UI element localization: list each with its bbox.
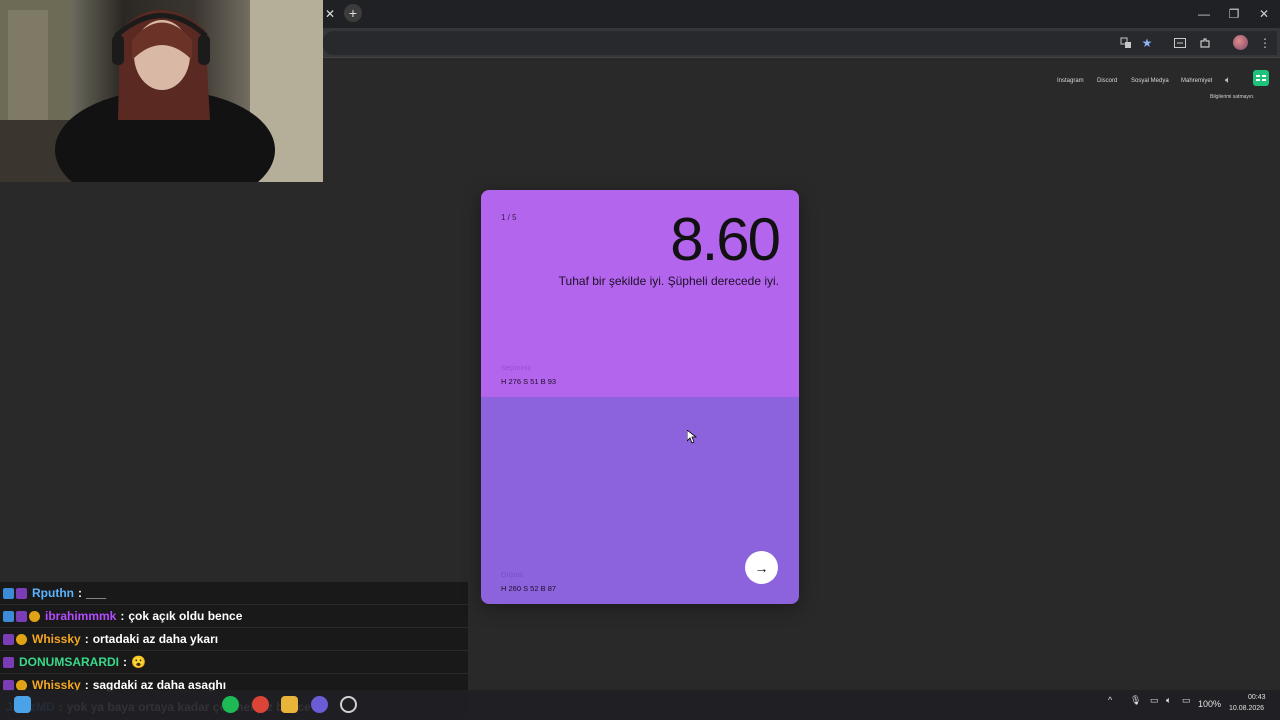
chat-username[interactable]: Rputhn	[32, 586, 74, 600]
battery-icon[interactable]: ▭	[1182, 695, 1191, 706]
chat-separator: :	[120, 609, 125, 623]
chat-message-text: 😮	[131, 655, 146, 669]
sound-icon[interactable]: 🔈︎	[1225, 75, 1231, 86]
chrome-icon[interactable]	[252, 696, 269, 713]
close-window-button[interactable]: ✕	[1249, 0, 1279, 28]
nav-social-media[interactable]: Sosyal Medya	[1131, 78, 1169, 84]
chat-badge-icon	[3, 587, 14, 599]
windows-taskbar	[0, 690, 1280, 720]
chat-badge-icon	[16, 587, 27, 599]
next-round-button[interactable]: →	[745, 551, 778, 584]
discord-icon[interactable]	[311, 696, 328, 713]
chat-message-text: ___	[85, 586, 107, 600]
original-label: Orijinal	[501, 572, 523, 579]
extensions-icon[interactable]	[1195, 33, 1215, 53]
chat-username[interactable]: ibrahimmmk	[45, 609, 116, 623]
original-hsb-value: H 260 S 52 B 87	[501, 584, 557, 593]
restore-button[interactable]: ❐	[1219, 0, 1249, 28]
new-tab-button[interactable]: +	[344, 4, 362, 22]
chat-message-text: çok açık oldu bence	[128, 609, 243, 623]
obs-icon[interactable]	[340, 696, 357, 713]
chat-username[interactable]: Whissky	[32, 632, 81, 646]
round-counter: 1 / 5	[501, 213, 517, 222]
network-icon[interactable]: ▭	[1150, 695, 1159, 706]
chat-badge-icon	[3, 633, 14, 645]
chat-separator: :	[123, 655, 127, 669]
spotify-icon[interactable]	[222, 696, 239, 713]
microphone-icon[interactable]: 🎙︎	[1130, 695, 1141, 706]
chat-badge-icon	[3, 610, 14, 622]
nav-instagram[interactable]: Instagram	[1057, 78, 1084, 84]
site-logo-icon[interactable]	[1253, 70, 1269, 86]
translate-icon[interactable]	[1116, 33, 1136, 53]
privacy-note-link[interactable]: Bilgilerimi satmayın.	[1210, 94, 1254, 100]
chat-badge-icon	[16, 633, 27, 645]
webcam-feed-image	[0, 0, 323, 182]
clock-date[interactable]: 10.08.2026	[1229, 705, 1264, 712]
tray-chevron-icon[interactable]: ^	[1108, 695, 1112, 705]
clock-time[interactable]: 00:43	[1248, 694, 1266, 701]
chat-separator: :	[84, 632, 89, 646]
arrow-right-icon: →	[754, 559, 769, 576]
chat-message-text: ortadaki az daha ykarı	[92, 632, 219, 646]
battery-percent: 100%	[1198, 699, 1222, 709]
chat-badge-icon	[3, 656, 14, 668]
chat-message: ibrahimmmk: çok açık oldu bence	[0, 605, 468, 627]
chat-badge-icon	[29, 610, 40, 622]
file-explorer-icon[interactable]	[281, 696, 298, 713]
webcam-overlay	[0, 0, 323, 182]
nav-privacy[interactable]: Mahremiyet	[1181, 78, 1212, 84]
selection-hsb-value: H 276 S 51 B 93	[501, 377, 557, 386]
volume-icon[interactable]: 🔈︎	[1166, 695, 1171, 706]
chat-message: Rputhn: ___	[0, 582, 468, 604]
start-menu-icon[interactable]	[14, 696, 31, 713]
profile-icon[interactable]	[1233, 35, 1248, 50]
star-icon[interactable]: ★	[1137, 33, 1157, 53]
minimize-button[interactable]: —	[1189, 0, 1219, 28]
tab-search-icon[interactable]	[1170, 33, 1190, 53]
tab-close-button[interactable]: ✕	[322, 6, 338, 22]
score-value: 8.60	[670, 206, 781, 273]
chat-username[interactable]: DONUMSARARDI	[19, 655, 119, 669]
chat-badge-icon	[16, 610, 27, 622]
chat-message: DONUMSARARDI: 😮	[0, 651, 468, 673]
menu-icon[interactable]: ⋮	[1255, 33, 1275, 53]
score-feedback: Tuhaf bir şekilde iyi. Şüpheli derecede …	[558, 274, 779, 288]
selection-label: Seçiminiz	[501, 365, 531, 372]
chat-message: Whissky: ortadaki az daha ykarı	[0, 628, 468, 650]
nav-discord[interactable]: Discord	[1097, 78, 1117, 84]
mouse-cursor-icon	[687, 430, 697, 444]
chat-badge-icon	[16, 679, 27, 691]
chat-badge-icon	[3, 679, 14, 691]
color-result-card: 1 / 5 8.60 Tuhaf bir şekilde iyi. Şüphel…	[481, 190, 799, 604]
chat-separator: :	[77, 586, 82, 600]
